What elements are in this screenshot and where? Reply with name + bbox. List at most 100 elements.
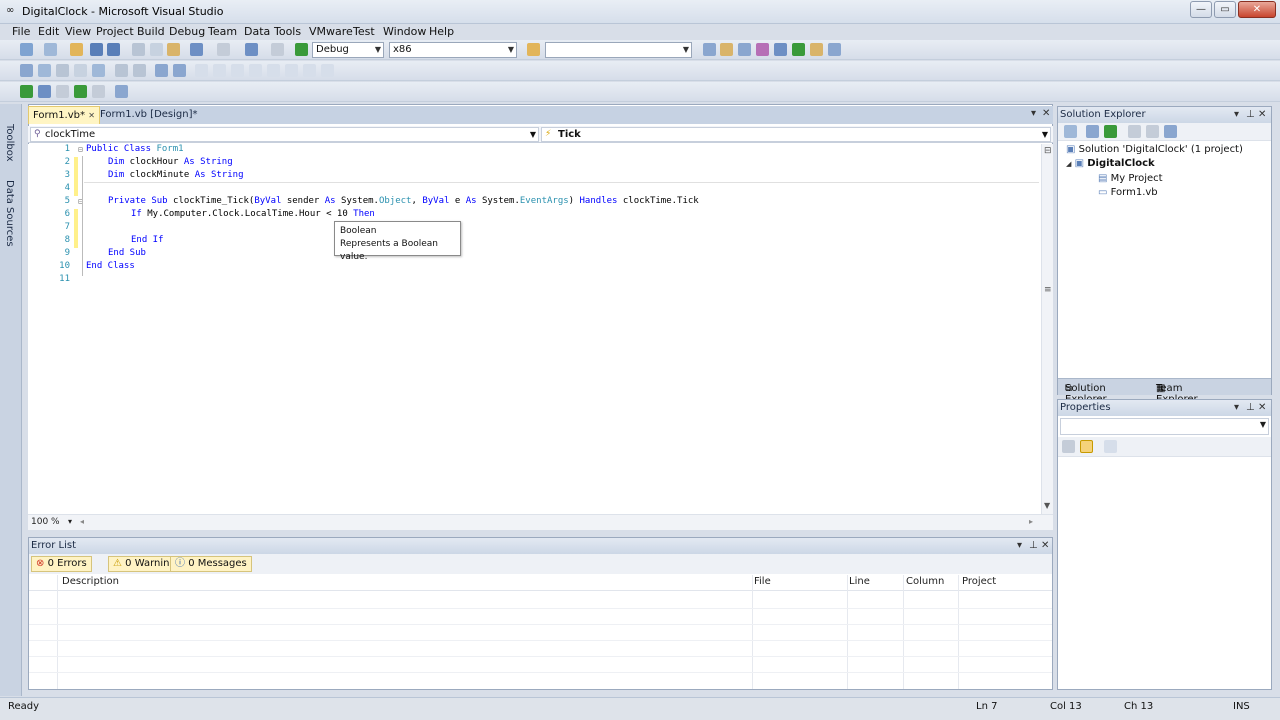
uncomment-icon[interactable]: [173, 64, 186, 77]
scroll-thumb[interactable]: ≡: [1044, 285, 1052, 295]
zoom-level[interactable]: 100 %: [31, 517, 60, 527]
properties-icon[interactable]: [1064, 125, 1077, 138]
param-info-icon[interactable]: [56, 64, 69, 77]
solution-explorer-icon[interactable]: [703, 43, 716, 56]
start-page-icon[interactable]: [774, 43, 787, 56]
chevron-down-icon[interactable]: ▾: [68, 517, 72, 526]
find-in-files-icon[interactable]: [527, 43, 540, 56]
menu-data[interactable]: Data: [244, 25, 270, 38]
tree-project-node[interactable]: ◢ ▣ DigitalClock: [1066, 158, 1155, 169]
platform-select[interactable]: x86 ▼: [389, 42, 517, 58]
complete-word-icon[interactable]: [74, 64, 87, 77]
menu-project[interactable]: Project: [96, 25, 134, 38]
close-icon[interactable]: ✕: [1258, 400, 1266, 415]
comment-icon[interactable]: [155, 64, 168, 77]
show-all-files-icon[interactable]: [1086, 125, 1099, 138]
tab-form1-design[interactable]: Form1.vb [Design]*: [96, 106, 202, 124]
decrease-indent-icon[interactable]: [115, 64, 128, 77]
class-diagram-icon[interactable]: [1164, 125, 1177, 138]
view-code-icon[interactable]: [1128, 125, 1141, 138]
expand-icon[interactable]: ◢: [1066, 160, 1071, 168]
refresh-icon[interactable]: [1104, 125, 1117, 138]
scroll-left-icon[interactable]: ◂: [80, 517, 84, 526]
tree-my-project-node[interactable]: ▤ My Project: [1098, 173, 1163, 184]
prev-bookmark-icon[interactable]: [213, 64, 226, 77]
next-bookmark-doc-icon[interactable]: [303, 64, 316, 77]
property-pages-icon[interactable]: [1104, 440, 1117, 453]
errors-filter-button[interactable]: ⊗ 0 Errors: [31, 556, 92, 572]
properties-icon[interactable]: [720, 43, 733, 56]
pin-icon[interactable]: ⊥: [1246, 400, 1255, 415]
editor-vertical-scrollbar[interactable]: ⊟ ≡ ▼: [1041, 144, 1053, 514]
column-file[interactable]: File: [754, 576, 771, 587]
window-position-icon[interactable]: ▾: [1234, 107, 1239, 122]
stop-icon[interactable]: [56, 85, 69, 98]
menu-window[interactable]: Window: [383, 25, 426, 38]
team-explorer-icon[interactable]: [810, 43, 823, 56]
bookmark-icon[interactable]: [195, 64, 208, 77]
clear-bookmarks-icon[interactable]: [321, 64, 334, 77]
step-over-icon[interactable]: [92, 85, 105, 98]
prev-bookmark-doc-icon[interactable]: [285, 64, 298, 77]
continue-icon[interactable]: [20, 85, 33, 98]
increase-indent-icon[interactable]: [133, 64, 146, 77]
menu-test[interactable]: Test: [353, 25, 375, 38]
close-icon[interactable]: ✕: [1258, 107, 1266, 122]
solution-config-select[interactable]: Debug ▼: [312, 42, 384, 58]
list-members-icon[interactable]: [92, 64, 105, 77]
column-project[interactable]: Project: [962, 576, 996, 587]
break-all-icon[interactable]: [38, 85, 51, 98]
next-bookmark-icon[interactable]: [231, 64, 244, 77]
paste-icon[interactable]: [167, 43, 180, 56]
window-position-icon[interactable]: ▾: [1017, 538, 1022, 553]
tree-form1-node[interactable]: ▭ Form1.vb: [1098, 187, 1158, 198]
command-window-icon[interactable]: [828, 43, 841, 56]
restore-button[interactable]: ▭: [1214, 1, 1236, 18]
next-bookmark-folder-icon[interactable]: [267, 64, 280, 77]
find-combo[interactable]: ▼: [545, 42, 692, 58]
copy-icon[interactable]: [150, 43, 163, 56]
column-line[interactable]: Line: [849, 576, 870, 587]
categorized-icon[interactable]: [1062, 440, 1075, 453]
data-sources-tab[interactable]: Data Sources: [4, 180, 15, 247]
menu-debug[interactable]: Debug: [169, 25, 205, 38]
menu-team[interactable]: Team: [208, 25, 237, 38]
menu-vmware[interactable]: VMware: [309, 25, 353, 38]
quick-info-icon[interactable]: [38, 64, 51, 77]
tab-list-icon[interactable]: ▾: [1031, 108, 1036, 119]
messages-filter-button[interactable]: ⓘ 0 Messages: [170, 556, 252, 572]
menu-edit[interactable]: Edit: [38, 25, 59, 38]
pin-icon[interactable]: ⊥: [1029, 538, 1038, 553]
collapse-icon[interactable]: ⊟: [78, 145, 83, 154]
alphabetical-icon[interactable]: [1080, 440, 1093, 453]
navigate-forward-icon[interactable]: [271, 43, 284, 56]
save-all-icon[interactable]: [107, 43, 120, 56]
code-area[interactable]: 1 2 3 4 5 6 7 8 9 10 11 ⊟ ⊟ Public Class…: [28, 144, 1041, 514]
new-project-icon[interactable]: [20, 43, 33, 56]
scroll-right-icon[interactable]: ▸: [1029, 517, 1033, 526]
undo-icon[interactable]: [190, 43, 203, 56]
close-doc-icon[interactable]: ✕: [1042, 108, 1050, 119]
toolbox-tab[interactable]: Toolbox: [4, 124, 15, 162]
column-description[interactable]: Description: [62, 576, 119, 587]
tab-form1-vb[interactable]: Form1.vb* ✕: [28, 106, 100, 124]
breakpoints-icon[interactable]: [115, 85, 128, 98]
menu-tools[interactable]: Tools: [274, 25, 301, 38]
save-icon[interactable]: [90, 43, 103, 56]
close-icon[interactable]: ✕: [88, 111, 95, 120]
menu-build[interactable]: Build: [137, 25, 165, 38]
class-name-combo[interactable]: ⚲ clockTime ▼: [30, 127, 539, 142]
extension-manager-icon[interactable]: [792, 43, 805, 56]
close-icon[interactable]: ✕: [1041, 538, 1049, 553]
prev-bookmark-folder-icon[interactable]: [249, 64, 262, 77]
minimize-button[interactable]: —: [1190, 1, 1212, 18]
redo-icon[interactable]: [217, 43, 230, 56]
start-debugging-icon[interactable]: [295, 43, 308, 56]
menu-file[interactable]: File: [12, 25, 30, 38]
split-icon[interactable]: ⊟: [1044, 146, 1052, 156]
add-item-icon[interactable]: [44, 43, 57, 56]
menu-help[interactable]: Help: [429, 25, 454, 38]
window-position-icon[interactable]: ▾: [1234, 400, 1239, 415]
tree-solution-node[interactable]: ▣ Solution 'DigitalClock' (1 project): [1066, 144, 1243, 155]
scroll-down-icon[interactable]: ▼: [1044, 501, 1050, 510]
